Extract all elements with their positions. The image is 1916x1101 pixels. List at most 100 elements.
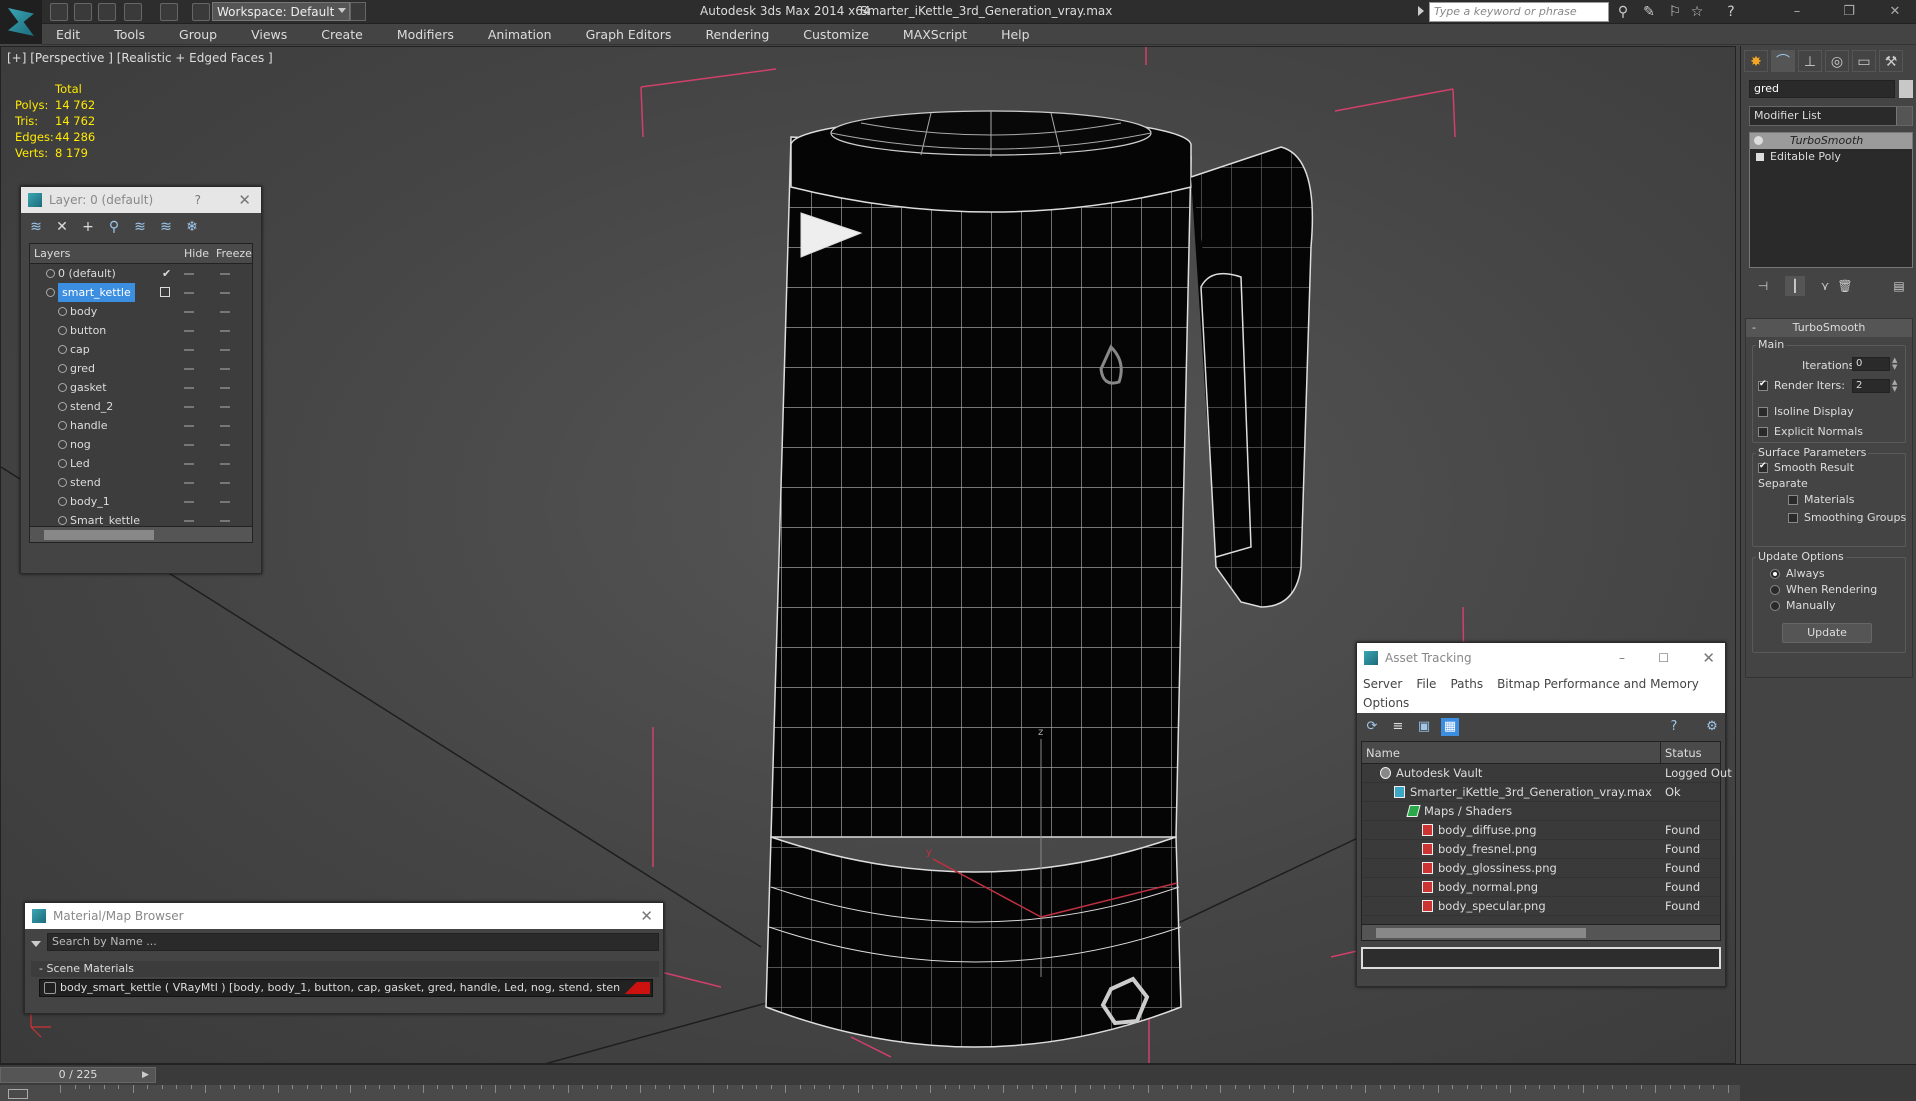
menu-edit[interactable]: Edit <box>42 24 92 44</box>
workspace-dropdown[interactable]: Workspace: Default <box>212 2 350 21</box>
menu-server[interactable]: Server <box>1363 677 1402 691</box>
layer-row[interactable]: button <box>30 321 252 340</box>
hide-toggle[interactable] <box>184 425 194 427</box>
select-objects-icon[interactable]: ⚲ <box>105 218 123 236</box>
close-window-icon[interactable]: ✕ <box>1882 2 1908 22</box>
layer-row[interactable]: handle <box>30 416 252 435</box>
layer-row[interactable]: nog <box>30 435 252 454</box>
material-item[interactable]: body_smart_kettle ( VRayMtl ) [body, bod… <box>39 979 653 997</box>
asset-help-icon[interactable]: ? <box>1665 718 1683 736</box>
hide-toggle[interactable] <box>184 501 194 503</box>
close-icon[interactable]: ✕ <box>1702 643 1715 673</box>
hide-toggle[interactable] <box>184 520 194 522</box>
freeze-toggle[interactable] <box>220 330 230 332</box>
modifier-list-dropdown[interactable]: Modifier List <box>1749 106 1913 126</box>
manually-radio[interactable] <box>1770 601 1780 611</box>
binoculars-icon[interactable]: ⚲ <box>1614 3 1632 21</box>
next-frame-icon[interactable]: ▶ <box>142 1068 154 1082</box>
modify-tab-icon[interactable]: ⌒ <box>1771 50 1795 72</box>
viewport-label[interactable]: [+] [Perspective ] [Realistic + Edged Fa… <box>7 51 273 65</box>
layer-row[interactable]: 0 (default) ✔ <box>30 264 252 283</box>
thumbnail-view-icon[interactable]: ▣ <box>1415 718 1433 736</box>
new-file-icon[interactable] <box>50 3 68 21</box>
hide-toggle[interactable] <box>184 273 194 275</box>
col-status[interactable]: Status <box>1660 742 1702 764</box>
layer-row[interactable]: gasket <box>30 378 252 397</box>
freeze-toggle[interactable] <box>220 406 230 408</box>
menu-options[interactable]: Options <box>1363 696 1409 710</box>
track-bar[interactable] <box>0 1085 1740 1101</box>
freeze-toggle[interactable] <box>220 311 230 313</box>
layer-row[interactable]: stend <box>30 473 252 492</box>
refresh-icon[interactable]: ⟳ <box>1363 718 1381 736</box>
menu-help[interactable]: Help <box>979 24 1042 44</box>
freeze-toggle[interactable] <box>220 292 230 294</box>
hide-toggle[interactable] <box>184 387 194 389</box>
favorites-star-icon[interactable]: ☆ <box>1688 3 1706 21</box>
material-search-input[interactable]: Search by Name ... <box>47 933 659 951</box>
list-view-icon[interactable]: ≡ <box>1389 718 1407 736</box>
new-layer-icon[interactable]: ≋ <box>27 218 45 236</box>
asset-row[interactable]: body_normal.png Found <box>1362 878 1720 897</box>
explicit-normals-checkbox[interactable] <box>1758 427 1768 437</box>
make-unique-icon[interactable]: ⋎ <box>1815 276 1835 296</box>
configure-sets-icon[interactable]: ▤ <box>1889 276 1909 296</box>
isoline-display-checkbox[interactable] <box>1758 407 1768 417</box>
layer-row[interactable]: gred <box>30 359 252 378</box>
freeze-toggle[interactable] <box>220 368 230 370</box>
save-file-icon[interactable] <box>98 3 116 21</box>
layer-row[interactable]: body_1 <box>30 492 252 511</box>
hide-toggle[interactable] <box>184 368 194 370</box>
materials-checkbox[interactable] <box>1788 495 1798 505</box>
asset-row[interactable]: body_fresnel.png Found <box>1362 840 1720 859</box>
col-hide[interactable]: Hide <box>184 244 209 264</box>
project-folder-icon[interactable] <box>192 3 210 21</box>
workspace-menu-button[interactable] <box>350 2 366 21</box>
menu-rendering[interactable]: Rendering <box>683 24 781 44</box>
asset-settings-icon[interactable]: ⚙ <box>1703 718 1721 736</box>
minimize-icon[interactable]: – <box>1619 643 1625 673</box>
scene-materials-section[interactable]: - Scene Materials <box>31 961 659 977</box>
freeze-toggle[interactable] <box>220 520 230 522</box>
lightbulb-icon[interactable] <box>1754 136 1763 145</box>
close-icon[interactable]: ✕ <box>640 903 653 929</box>
menu-file[interactable]: File <box>1416 677 1436 691</box>
update-button[interactable]: Update <box>1782 623 1872 643</box>
hide-toggle[interactable] <box>184 292 194 294</box>
freeze-all-layers-icon[interactable]: ❄ <box>183 218 201 236</box>
object-color-swatch[interactable] <box>1899 80 1913 98</box>
asset-row[interactable]: Smarter_iKettle_3rd_Generation_vray.max O… <box>1362 783 1720 802</box>
motion-tab-icon[interactable]: ◎ <box>1825 50 1849 72</box>
render-iters-checkbox[interactable] <box>1758 379 1768 391</box>
render-iters-spinner-arrows[interactable]: ▲ ▼ <box>1892 379 1900 393</box>
col-name[interactable]: Name <box>1366 742 1400 764</box>
hide-toggle[interactable] <box>184 330 194 332</box>
freeze-toggle[interactable] <box>220 273 230 275</box>
menu-graph-editors[interactable]: Graph Editors <box>564 24 684 44</box>
subscription-icon[interactable]: ✎ <box>1640 3 1658 21</box>
communication-icon[interactable]: ⚐ <box>1666 3 1684 21</box>
redo-icon[interactable] <box>160 3 178 21</box>
object-name-field[interactable]: gred <box>1749 80 1895 98</box>
hide-all-layers-icon[interactable]: ≋ <box>157 218 175 236</box>
menu-bitmap-performance[interactable]: Bitmap Performance and Memory <box>1497 677 1699 691</box>
layer-scrollbar[interactable] <box>30 526 252 542</box>
pin-stack-icon[interactable]: ⊣ <box>1753 276 1773 296</box>
hide-toggle[interactable] <box>184 406 194 408</box>
help-icon[interactable]: ? <box>195 187 201 213</box>
table-view-icon[interactable]: ▦ <box>1441 718 1459 736</box>
col-freeze[interactable]: Freeze <box>216 244 252 264</box>
menu-maxscript[interactable]: MAXScript <box>881 24 979 44</box>
highlight-layer-icon[interactable]: ≋ <box>131 218 149 236</box>
create-tab-icon[interactable]: ✸ <box>1744 50 1768 72</box>
menu-group[interactable]: Group <box>157 24 229 44</box>
menu-views[interactable]: Views <box>229 24 299 44</box>
browser-options-icon[interactable] <box>31 941 41 947</box>
stack-item-editable-poly[interactable]: Editable Poly <box>1750 149 1912 165</box>
freeze-toggle[interactable] <box>220 425 230 427</box>
material-browser-titlebar[interactable]: Material/Map Browser ✕ <box>25 903 663 929</box>
freeze-toggle[interactable] <box>220 482 230 484</box>
stack-item-turbosmooth[interactable]: TurboSmooth <box>1750 133 1912 149</box>
show-end-result-icon[interactable]: ┃ <box>1785 276 1805 296</box>
layer-row[interactable]: smart_kettle <box>30 283 252 302</box>
